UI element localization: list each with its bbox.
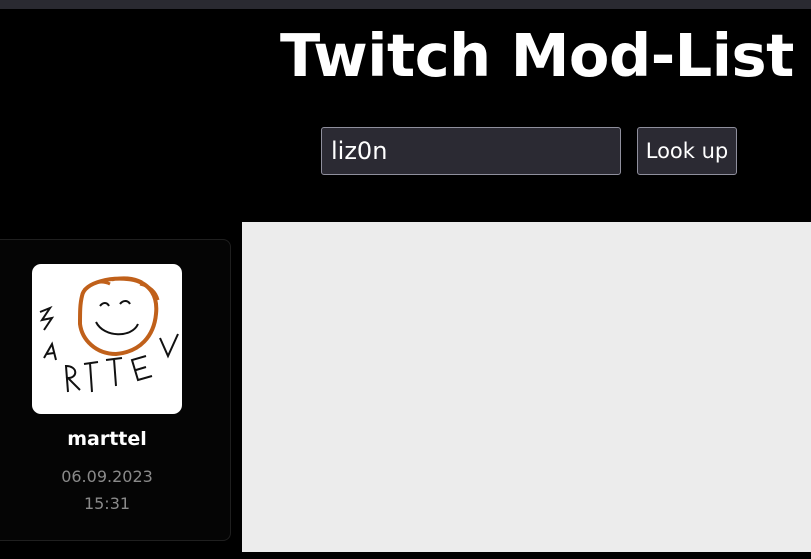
mod-card[interactable]: marttel 06.09.2023 15:31 bbox=[0, 239, 231, 541]
look-up-button[interactable]: Look up bbox=[637, 127, 737, 175]
avatar bbox=[32, 264, 182, 414]
mod-name: marttel bbox=[67, 428, 147, 450]
mod-time: 15:31 bbox=[83, 494, 131, 513]
channel-search-input[interactable] bbox=[321, 127, 621, 175]
results-panel bbox=[242, 222, 811, 552]
hand-drawn-face-icon bbox=[39, 276, 179, 393]
top-bar bbox=[0, 0, 811, 9]
mod-date: 06.09.2023 bbox=[61, 467, 153, 486]
page-title: Twitch Mod-List bbox=[280, 21, 794, 90]
